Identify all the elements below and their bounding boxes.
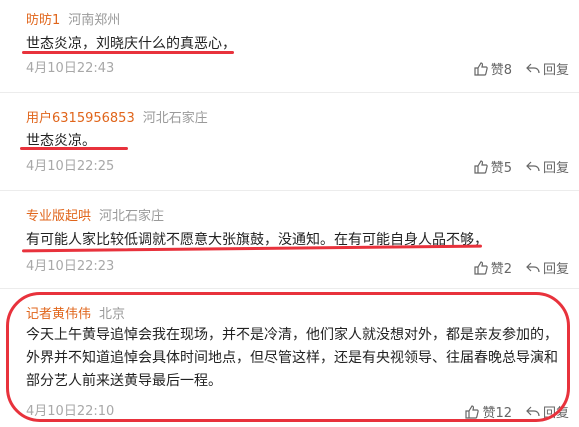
comment-header: 昉昉1 河南郑州 [26,9,120,28]
location: 河北石家庄 [142,111,208,126]
comment-header: 用户6315956853 河北石家庄 [26,107,208,126]
reply-label: 回复 [542,262,569,277]
red-circle-annotation [6,292,570,422]
red-underline-annotation [20,147,128,150]
thumbs-up-icon [474,159,488,174]
red-underline-annotation [22,51,234,54]
divider [0,190,579,191]
location: 河北石家庄 [99,209,165,224]
username[interactable]: 用户6315956853 [26,111,135,126]
reply-button[interactable]: 回复 [526,258,569,277]
timestamp: 4月10日22:43 [26,61,115,76]
like-button[interactable]: 赞5 [474,157,512,176]
divider [0,288,579,289]
thumbs-up-icon [474,260,488,275]
username[interactable]: 昉昉1 [26,13,60,28]
timestamp: 4月10日22:25 [26,159,115,174]
comment-actions: 赞8 回复 [460,59,569,78]
like-count: 赞2 [490,262,512,277]
like-button[interactable]: 赞8 [474,59,512,78]
reply-label: 回复 [542,161,569,176]
reply-icon [526,63,540,73]
like-button[interactable]: 赞2 [474,258,512,277]
timestamp: 4月10日22:23 [26,259,115,274]
thumbs-up-icon [474,61,488,76]
like-count: 赞5 [490,161,512,176]
like-count: 赞8 [490,63,512,78]
location: 河南郑州 [68,13,121,28]
comment-header: 专业版起哄 河北石家庄 [26,205,164,224]
comment-text: 世态炎凉，刘晓庆什么的真恶心， [26,36,236,52]
divider [0,92,579,93]
reply-icon [526,161,540,171]
comment-actions: 赞2 回复 [460,258,569,277]
username[interactable]: 专业版起哄 [26,209,91,224]
reply-button[interactable]: 回复 [526,157,569,176]
comment-actions: 赞5 回复 [460,157,569,176]
reply-icon [526,262,540,272]
reply-button[interactable]: 回复 [526,59,569,78]
reply-label: 回复 [542,63,569,78]
